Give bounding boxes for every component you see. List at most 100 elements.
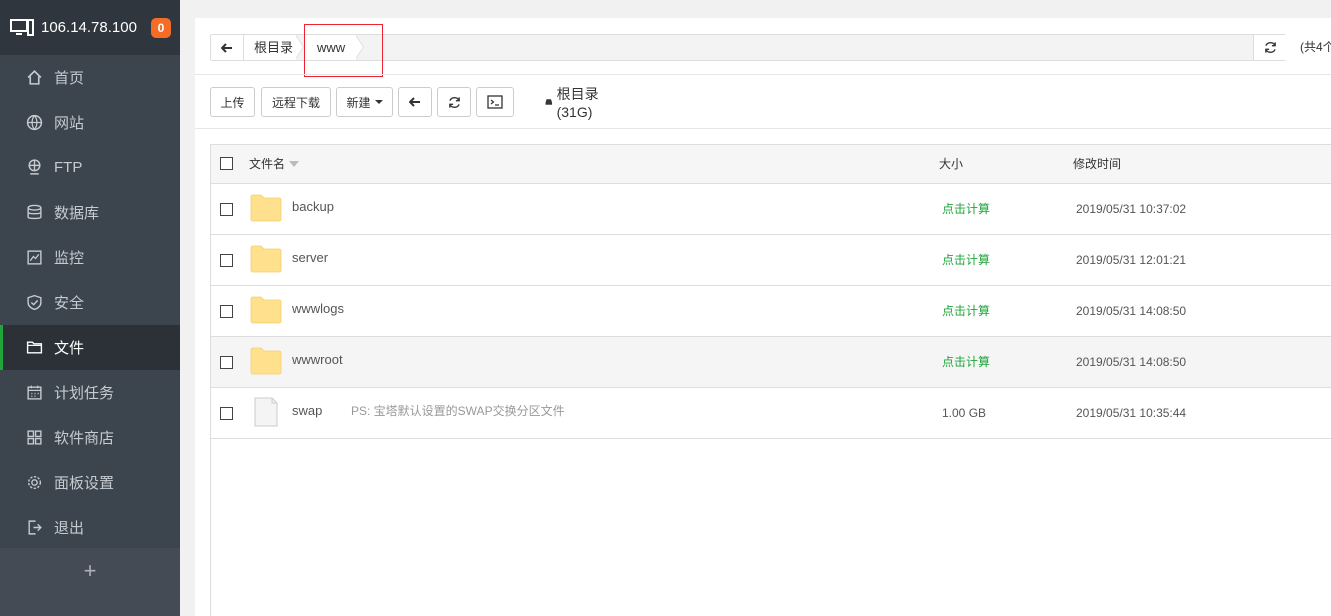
sidebar-item-database[interactable]: 数据库	[0, 190, 180, 235]
select-all-checkbox[interactable]	[220, 157, 233, 170]
column-name[interactable]: 文件名	[249, 145, 300, 183]
highlight-box	[304, 24, 383, 77]
sidebar-item-label: 软件商店	[54, 430, 115, 447]
file-name[interactable]: swap	[292, 388, 322, 434]
calculate-size-link[interactable]: 点击计算	[942, 337, 990, 388]
file-mtime: 2019/05/31 14:08:50	[1076, 355, 1187, 369]
calculate-size-link[interactable]: 点击计算	[942, 235, 990, 286]
sidebar-item-home[interactable]: 首页	[0, 55, 180, 100]
file-table: 文件名 大小 修改时间 backup 点击计算 2019/05/31 10:37…	[210, 144, 1331, 439]
sidebar-item-label: 监控	[54, 250, 85, 267]
sidebar-item-website[interactable]: 网站	[0, 100, 180, 145]
folder-icon	[250, 194, 282, 222]
database-icon	[27, 204, 42, 220]
sidebar: 106.14.78.100 0 首页 网站 FTP 数据库 监控 安全 文件 计…	[0, 0, 180, 616]
refresh-button[interactable]	[437, 87, 471, 117]
row-checkbox[interactable]	[220, 305, 233, 318]
notification-badge[interactable]: 0	[150, 17, 171, 38]
file-count: (共4个	[1300, 40, 1331, 54]
table-border	[210, 437, 211, 616]
sidebar-item-label: 文件	[54, 340, 85, 357]
monitor-icon	[10, 18, 34, 36]
back-button[interactable]	[211, 35, 244, 60]
refresh-icon	[448, 96, 460, 108]
globe-icon	[26, 114, 43, 131]
folder-icon	[26, 341, 43, 354]
file-description: PS: 宝塔默认设置的SWAP交换分区文件	[351, 404, 565, 418]
file-mtime: 2019/05/31 12:01:21	[1076, 253, 1187, 267]
sidebar-item-label: FTP	[54, 159, 83, 176]
sidebar-item-label: 安全	[54, 295, 85, 312]
home-icon	[27, 69, 42, 85]
file-mtime: 2019/05/31 10:37:02	[1076, 202, 1187, 216]
sidebar-menu: 首页 网站 FTP 数据库 监控 安全 文件 计划任务 软件商店 面板设置 退出	[0, 55, 180, 548]
arrow-left-icon	[409, 97, 420, 107]
sidebar-item-label: 数据库	[54, 205, 100, 222]
file-name[interactable]: wwwlogs	[292, 286, 344, 332]
server-header: 106.14.78.100 0	[0, 0, 180, 55]
server-ip: 106.14.78.100	[41, 19, 137, 36]
terminal-button[interactable]	[476, 87, 514, 117]
table-row[interactable]: wwwroot 点击计算 2019/05/31 14:08:50	[210, 337, 1331, 388]
sidebar-item-label: 计划任务	[54, 385, 115, 402]
sidebar-item-label: 首页	[54, 70, 85, 87]
row-checkbox[interactable]	[220, 356, 233, 369]
calendar-icon	[27, 385, 42, 400]
folder-icon	[250, 245, 282, 273]
sidebar-item-logout[interactable]: 退出	[0, 505, 180, 550]
arrow-left-icon	[221, 42, 232, 53]
monitor-chart-icon	[27, 250, 42, 265]
sort-down-icon	[289, 161, 300, 167]
folder-icon	[250, 296, 282, 324]
grid-icon	[27, 430, 42, 445]
sidebar-item-store[interactable]: 软件商店	[0, 415, 180, 460]
go-back-button[interactable]	[398, 87, 432, 117]
upload-button[interactable]: 上传	[210, 87, 255, 117]
gear-icon	[27, 475, 42, 490]
table-row[interactable]: wwwlogs 点击计算 2019/05/31 14:08:50	[210, 286, 1331, 337]
sidebar-item-settings[interactable]: 面板设置	[0, 460, 180, 505]
terminal-icon	[487, 95, 503, 109]
file-mtime: 2019/05/31 10:35:44	[1076, 406, 1187, 420]
logout-icon	[28, 520, 42, 535]
calculate-size-link[interactable]: 点击计算	[942, 184, 990, 235]
row-checkbox[interactable]	[220, 407, 233, 420]
disk-info[interactable]: 根目录(31G)	[545, 86, 599, 120]
sidebar-item-monitor[interactable]: 监控	[0, 235, 180, 280]
refresh-icon	[1264, 42, 1276, 53]
sidebar-item-label: 网站	[54, 115, 85, 132]
sidebar-item-label: 面板设置	[54, 475, 115, 492]
table-row[interactable]: swap PS: 宝塔默认设置的SWAP交换分区文件 1.00 GB 2019/…	[210, 388, 1331, 439]
add-button[interactable]: +	[0, 548, 180, 616]
divider	[195, 128, 1331, 129]
ftp-icon	[28, 159, 41, 175]
row-checkbox[interactable]	[220, 203, 233, 216]
file-name[interactable]: backup	[292, 184, 334, 230]
breadcrumb-root[interactable]: 根目录	[244, 35, 296, 60]
column-mtime[interactable]: 修改时间	[1073, 145, 1121, 183]
remote-download-button[interactable]: 远程下载	[261, 87, 331, 117]
breadcrumb-separator	[295, 35, 303, 59]
sidebar-item-security[interactable]: 安全	[0, 280, 180, 325]
table-row[interactable]: backup 点击计算 2019/05/31 10:37:02	[210, 184, 1331, 235]
calculate-size-link[interactable]: 点击计算	[942, 286, 990, 337]
refresh-path-button[interactable]	[1253, 35, 1286, 60]
file-size: 1.00 GB	[942, 406, 987, 420]
row-checkbox[interactable]	[220, 254, 233, 267]
column-name-label: 文件名	[249, 157, 286, 171]
new-button[interactable]: 新建	[336, 87, 393, 117]
sidebar-item-ftp[interactable]: FTP	[0, 145, 180, 190]
sidebar-item-cron[interactable]: 计划任务	[0, 370, 180, 415]
sidebar-item-label: 退出	[54, 520, 85, 537]
file-name[interactable]: wwwroot	[292, 337, 343, 383]
file-mtime: 2019/05/31 14:08:50	[1076, 304, 1187, 318]
disk-label: 根目录(31G)	[556, 86, 599, 120]
table-row[interactable]: server 点击计算 2019/05/31 12:01:21	[210, 235, 1331, 286]
sidebar-item-files[interactable]: 文件	[0, 325, 180, 370]
file-icon	[254, 397, 278, 427]
caret-down-icon	[374, 100, 383, 104]
column-size[interactable]: 大小	[939, 145, 963, 183]
divider	[195, 74, 1331, 75]
table-header: 文件名 大小 修改时间	[210, 145, 1331, 184]
file-name[interactable]: server	[292, 235, 328, 281]
